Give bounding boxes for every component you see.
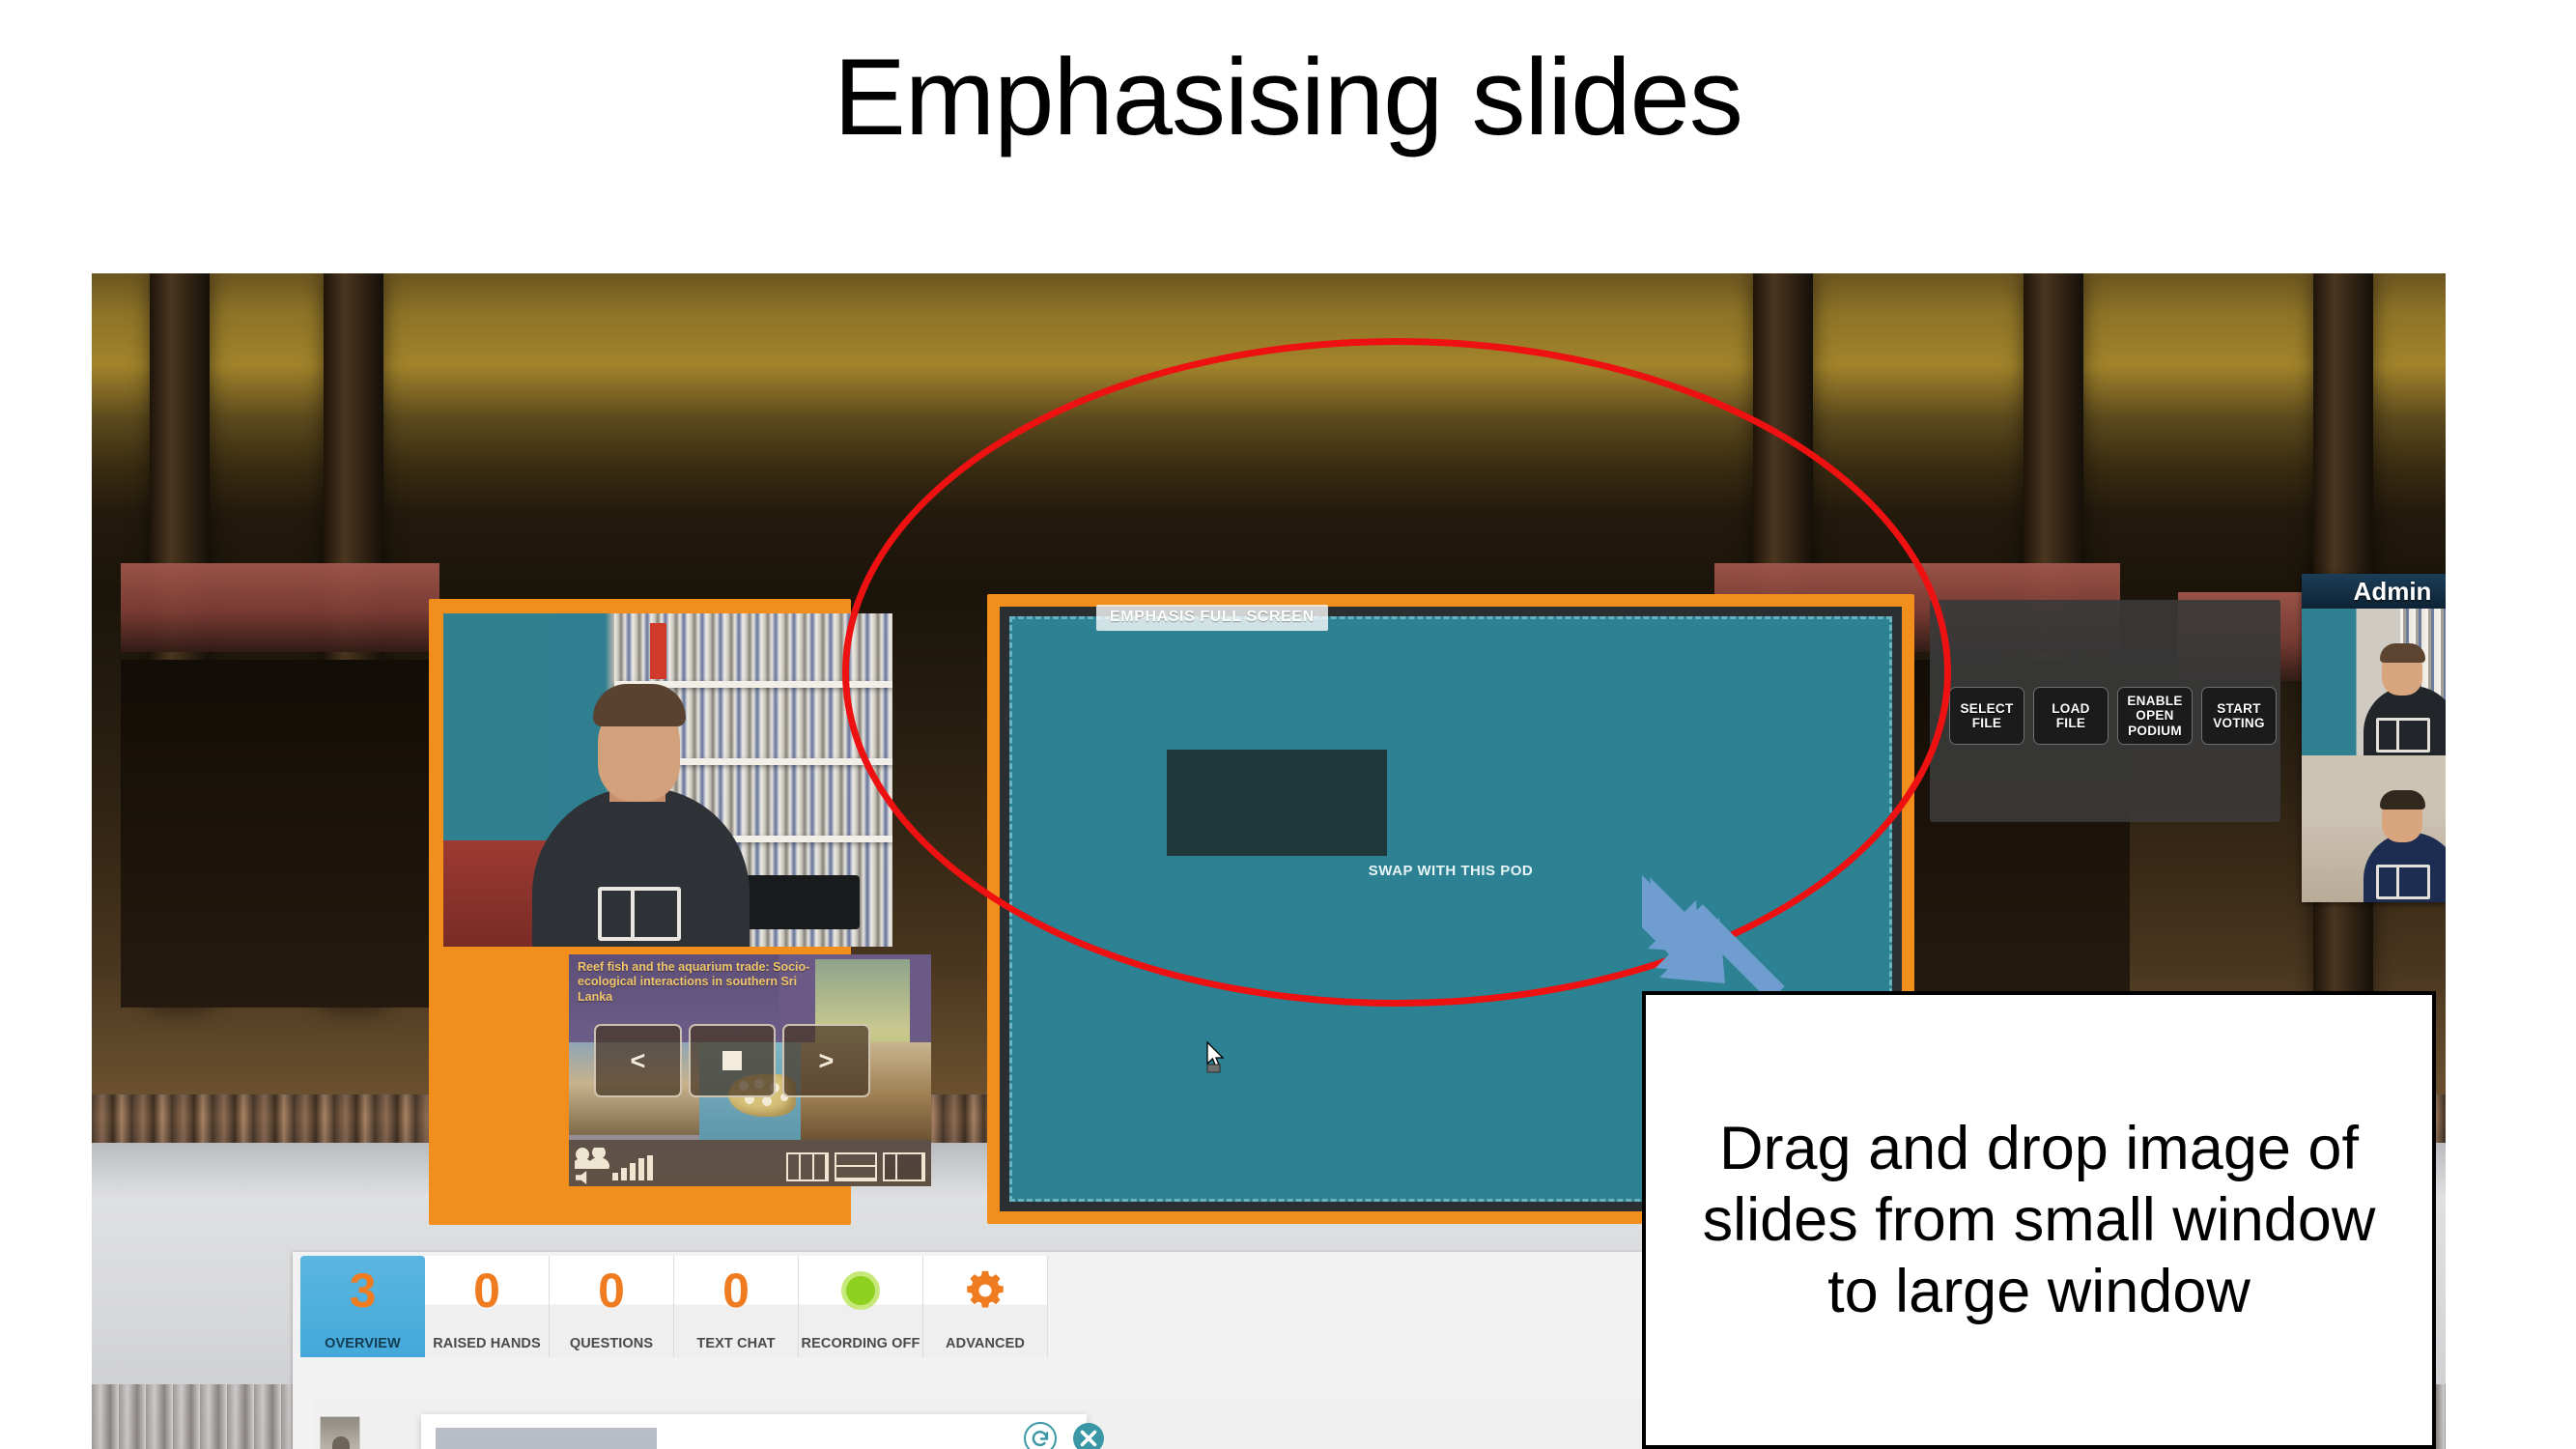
stat-raised-hands-value: 0 xyxy=(473,1264,500,1318)
swap-with-this-pod-label: SWAP WITH THIS POD xyxy=(1368,863,1534,879)
stat-overview[interactable]: 3 OVERVIEW xyxy=(300,1256,425,1357)
stat-raised-hands-label: RAISED HANDS xyxy=(433,1336,541,1351)
page-title: Emphasising slides xyxy=(834,37,1743,157)
emphasis-full-screen-label: EMPHASIS FULL SCREEN xyxy=(1096,605,1328,631)
slide-next-button[interactable]: > xyxy=(782,1024,870,1097)
recording-status-icon xyxy=(841,1271,880,1310)
participant-photo xyxy=(436,1428,657,1449)
file-controls-row: SELECT FILE LOAD FILE ENABLE OPEN PODIUM… xyxy=(1949,687,2277,745)
stat-advanced-label: ADVANCED xyxy=(946,1336,1025,1351)
stat-questions-label: QUESTIONS xyxy=(569,1336,654,1351)
participant-mini-avatar[interactable] xyxy=(320,1416,360,1449)
load-file-button[interactable]: LOAD FILE xyxy=(2033,687,2109,745)
stat-overview-value: 3 xyxy=(349,1264,377,1318)
stat-advanced[interactable]: ADVANCED xyxy=(923,1256,1048,1357)
stat-recording[interactable]: RECORDING OFF xyxy=(799,1256,923,1357)
refresh-icon[interactable] xyxy=(1022,1420,1059,1449)
stat-raised-hands[interactable]: 0 RAISED HANDS xyxy=(425,1256,550,1357)
instruction-callout: Drag and drop image of slides from small… xyxy=(1642,991,2436,1449)
slide-thumbnail-pod[interactable]: Reef fish and the aquarium trade: Socio-… xyxy=(569,954,931,1186)
slide-prev-button[interactable]: < xyxy=(594,1024,682,1097)
enable-open-podium-button[interactable]: ENABLE OPEN PODIUM xyxy=(2117,687,2193,745)
stats-toolbar: 3 OVERVIEW 0 RAISED HANDS 0 QUESTIONS 0 … xyxy=(300,1256,1048,1357)
admin-video-panel[interactable]: Admin xyxy=(2302,574,2446,902)
signal-bars-icon xyxy=(612,1155,653,1180)
slide-next-label: > xyxy=(818,1045,835,1075)
close-icon[interactable] xyxy=(1070,1420,1107,1449)
stat-text-chat-value: 0 xyxy=(722,1264,750,1318)
gear-icon xyxy=(963,1268,1007,1313)
participants-icon xyxy=(575,1148,611,1169)
instruction-callout-text: Drag and drop image of slides from small… xyxy=(1702,1114,2376,1326)
start-voting-button[interactable]: START VOTING xyxy=(2201,687,2277,745)
select-file-button[interactable]: SELECT FILE xyxy=(1949,687,2024,745)
layout-sidebar-icon[interactable] xyxy=(883,1152,925,1181)
slide-prev-label: < xyxy=(630,1045,646,1075)
admin-video-tile-2[interactable] xyxy=(2302,755,2446,902)
slide-pod-title: Reef fish and the aquarium trade: Socio-… xyxy=(578,960,810,1004)
layout-rows-icon[interactable] xyxy=(835,1152,877,1181)
stat-text-chat-label: TEXT CHAT xyxy=(696,1336,776,1351)
layout-columns-icon[interactable] xyxy=(786,1152,829,1181)
stat-text-chat[interactable]: 0 TEXT CHAT xyxy=(674,1256,799,1357)
stat-recording-label: RECORDING OFF xyxy=(801,1336,920,1351)
stat-overview-label: OVERVIEW xyxy=(325,1336,401,1351)
stat-questions-value: 0 xyxy=(598,1264,625,1318)
dragged-slide-ghost[interactable] xyxy=(1167,750,1387,856)
stop-square-icon xyxy=(722,1051,742,1070)
admin-panel-title: Admin xyxy=(2302,574,2446,609)
stat-questions[interactable]: 0 QUESTIONS xyxy=(550,1256,674,1357)
presenter-video-pod[interactable] xyxy=(443,613,892,947)
slide-stop-button[interactable] xyxy=(688,1024,776,1097)
admin-video-tile-1[interactable] xyxy=(2302,609,2446,755)
